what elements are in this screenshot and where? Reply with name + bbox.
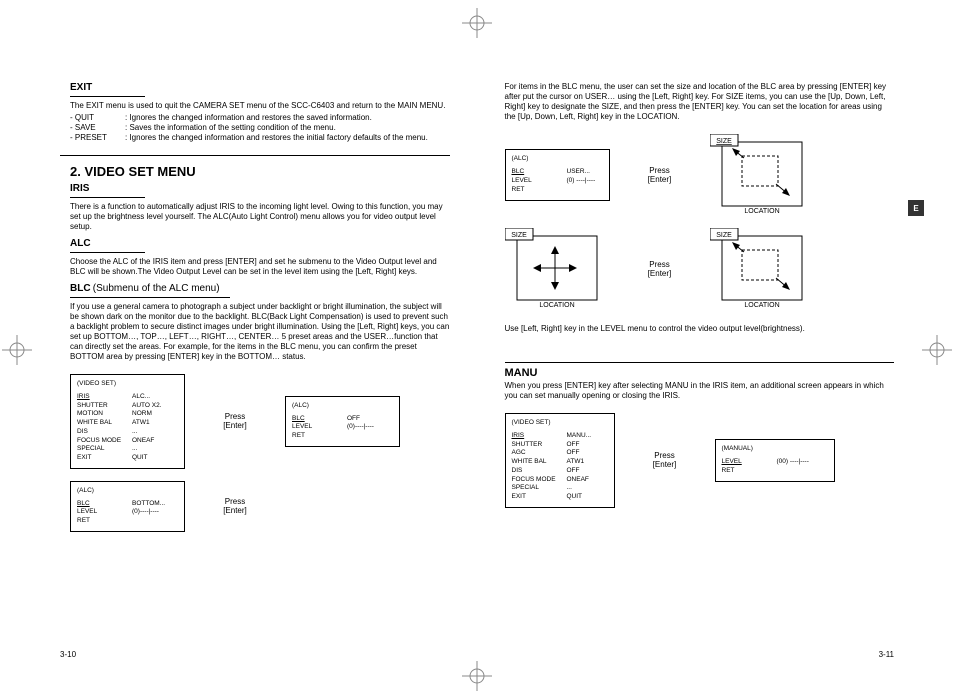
cropmark-bottom bbox=[462, 661, 492, 691]
def-save: - SAVE: Saves the information of the set… bbox=[60, 123, 450, 133]
page-num-left: 3-10 bbox=[60, 650, 76, 659]
diag-row-r3: (VIDEO SET)IRISMANU...SHUTTEROFFAGCOFFWH… bbox=[505, 413, 895, 508]
left-column: EXIT The EXIT menu is used to quit the C… bbox=[60, 82, 450, 532]
page: E EXIT The EXIT menu is used to quit the… bbox=[0, 0, 954, 699]
svg-text:LOCATION: LOCATION bbox=[539, 302, 574, 308]
hr bbox=[70, 297, 230, 298]
svg-text:SIZE: SIZE bbox=[716, 232, 732, 239]
video-set-heading: 2. VIDEO SET MENU bbox=[60, 164, 450, 179]
press-enter-label: Press [Enter] bbox=[210, 497, 260, 515]
right-column: For items in the BLC menu, the user can … bbox=[505, 82, 895, 532]
exit-para: The EXIT menu is used to quit the CAMERA… bbox=[60, 101, 450, 111]
hr bbox=[70, 197, 145, 198]
svg-text:SIZE: SIZE bbox=[511, 232, 527, 239]
right-para-1: For items in the BLC menu, the user can … bbox=[505, 82, 895, 122]
video-set-menu-manu: (VIDEO SET)IRISMANU...SHUTTEROFFAGCOFFWH… bbox=[505, 413, 615, 508]
diag-row-1: (VIDEO SET)IRISALC...SHUTTERAUTO X2.MOTI… bbox=[70, 374, 450, 469]
diag-row-r1: (ALC)BLCUSER...LEVEL(0) ----|----RET Pre… bbox=[505, 134, 895, 216]
diag-row-r2: SIZE LOCATION Press [Enter] SIZE LOCATION bbox=[505, 228, 895, 310]
svg-text:SIZE: SIZE bbox=[716, 138, 732, 145]
cropmark-top bbox=[462, 8, 492, 38]
diag-row-2: (ALC)BLCBOTTOM...LEVEL(0)----|----RET Pr… bbox=[70, 481, 450, 532]
press-enter-label: Press [Enter] bbox=[640, 451, 690, 469]
page-num-right: 3-11 bbox=[879, 650, 894, 659]
size-diagram-1: SIZE LOCATION bbox=[710, 134, 815, 216]
columns: EXIT The EXIT menu is used to quit the C… bbox=[60, 82, 894, 532]
def-preset: - PRESET: Ignores the changed informatio… bbox=[60, 133, 450, 143]
iris-heading: IRIS bbox=[60, 183, 450, 194]
video-set-menu: (VIDEO SET)IRISALC...SHUTTERAUTO X2.MOTI… bbox=[70, 374, 185, 469]
alc-menu-bottom: (ALC)BLCBOTTOM...LEVEL(0)----|----RET bbox=[70, 481, 185, 532]
cropmark-right bbox=[922, 335, 952, 365]
right-para-2: Use [Left, Right] key in the LEVEL menu … bbox=[505, 324, 895, 334]
alc-menu-user: (ALC)BLCUSER...LEVEL(0) ----|----RET bbox=[505, 149, 610, 200]
size-diagram-3: SIZE LOCATION bbox=[710, 228, 815, 310]
manu-heading: MANU bbox=[505, 367, 895, 379]
alc-heading: ALC bbox=[60, 238, 450, 249]
blc-para: If you use a general camera to photograp… bbox=[60, 302, 450, 362]
press-enter-label: Press [Enter] bbox=[635, 166, 685, 184]
hr bbox=[505, 362, 895, 363]
side-tab: E bbox=[908, 200, 924, 216]
manual-menu: (MANUAL)LEVEL(00) ----|----RET bbox=[715, 439, 835, 481]
def-quit: - QUIT: Ignores the changed information … bbox=[60, 113, 450, 123]
exit-heading: EXIT bbox=[60, 82, 450, 93]
cropmark-left bbox=[2, 335, 32, 365]
blc-heading: BLC (Submenu of the ALC menu) bbox=[60, 283, 450, 294]
iris-para: There is a function to automatically adj… bbox=[60, 202, 450, 232]
hr bbox=[70, 252, 145, 253]
manu-para: When you press [ENTER] key after selecti… bbox=[505, 381, 895, 401]
alc-menu-off: (ALC)BLCOFFLEVEL(0)----|----RET bbox=[285, 396, 400, 447]
size-diagram-2: SIZE LOCATION bbox=[505, 228, 610, 310]
hr-big bbox=[60, 155, 450, 156]
svg-text:LOCATION: LOCATION bbox=[744, 302, 779, 308]
press-enter-label: Press [Enter] bbox=[635, 260, 685, 278]
alc-para: Choose the ALC of the IRIS item and pres… bbox=[60, 257, 450, 277]
svg-text:LOCATION: LOCATION bbox=[744, 208, 779, 214]
hr bbox=[70, 96, 145, 97]
press-enter-label: Press [Enter] bbox=[210, 412, 260, 430]
